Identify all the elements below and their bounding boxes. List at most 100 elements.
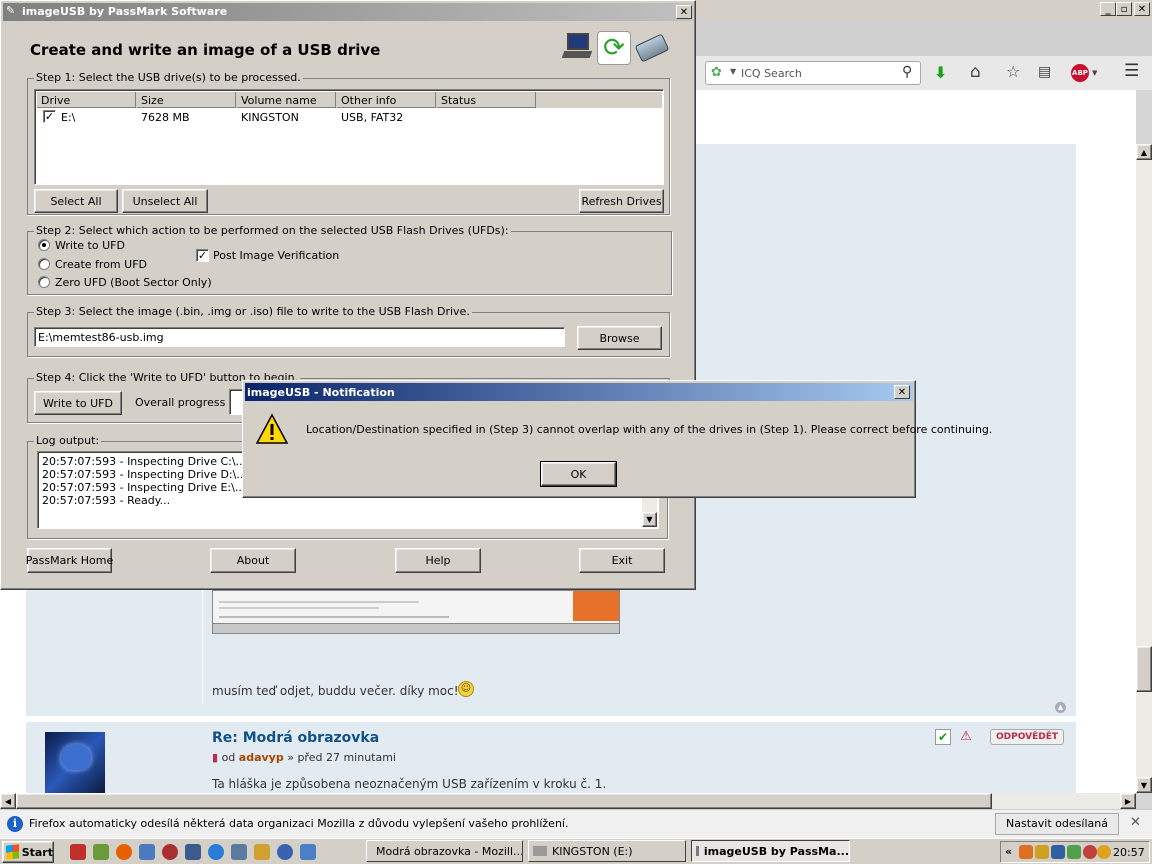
log-line: 20:57:07:593 - Inspecting Drive C:\... xyxy=(42,455,247,468)
tray-icon-3[interactable] xyxy=(1051,845,1065,859)
radio-zero-label[interactable]: Zero UFD (Boot Sector Only) xyxy=(55,276,212,289)
quicklaunch-icon-11[interactable] xyxy=(300,844,316,860)
quicklaunch-icon-5[interactable] xyxy=(162,844,178,860)
bookmark-star-icon[interactable]: ☆ xyxy=(1006,62,1020,81)
drive-list[interactable]: Drive Size Volume name Other info Status… xyxy=(34,89,664,185)
radio-write-label[interactable]: Write to UFD xyxy=(55,239,125,252)
tray-icon-4[interactable] xyxy=(1067,845,1081,859)
scroll-up-arrow[interactable]: ▲ xyxy=(1136,144,1152,160)
home-icon[interactable]: ⌂ xyxy=(970,62,981,82)
radio-write-to-ufd[interactable] xyxy=(38,239,50,251)
horizontal-scrollbar[interactable]: ◀ ▶ xyxy=(0,793,1136,809)
tray-icon-2[interactable] xyxy=(1035,845,1049,859)
browser-minimize-button[interactable]: _ xyxy=(1100,2,1116,16)
passmark-home-button[interactable]: PassMark Home xyxy=(26,548,113,573)
adblock-icon[interactable]: ABP xyxy=(1071,64,1089,82)
ie-icon[interactable] xyxy=(208,844,224,860)
verify-checkbox[interactable]: ✓ xyxy=(196,249,209,262)
col-status[interactable]: Status xyxy=(437,92,536,108)
task-imageusb[interactable]: imageUSB by PassMa... xyxy=(691,840,850,862)
quicklaunch-icon-1[interactable] xyxy=(70,844,86,860)
quicklaunch-icon-4[interactable] xyxy=(139,844,155,860)
refresh-arrows-icon: ⟳ xyxy=(597,31,631,65)
notification-close-icon[interactable]: ✕ xyxy=(1130,815,1141,830)
attached-screenshot[interactable] xyxy=(212,590,620,634)
vertical-scrollbar[interactable]: ▲ ▼ xyxy=(1136,144,1152,793)
download-icon[interactable]: ⬇ xyxy=(934,63,947,82)
search-box[interactable]: ✿ ▼ ICQ Search ⚲ xyxy=(705,61,921,85)
progress-label: Overall progress xyxy=(135,396,226,409)
refresh-drives-button[interactable]: Refresh Drives xyxy=(579,189,664,213)
radio-zero-ufd[interactable] xyxy=(38,276,50,288)
browser-maximize-button[interactable]: ▫ xyxy=(1116,2,1132,16)
tray-icon-5[interactable] xyxy=(1083,845,1097,859)
write-to-ufd-button[interactable]: Write to UFD xyxy=(34,391,122,415)
browser-close-button[interactable]: ✕ xyxy=(1134,2,1150,16)
clock[interactable]: 20:57 xyxy=(1113,846,1145,859)
approve-icon[interactable]: ✔ xyxy=(935,729,951,745)
firefox-icon[interactable] xyxy=(116,844,132,860)
col-volume[interactable]: Volume name xyxy=(237,92,336,108)
unselect-all-button[interactable]: Unselect All xyxy=(122,189,208,213)
help-button[interactable]: Help xyxy=(395,548,481,573)
scroll-right-arrow[interactable]: ▶ xyxy=(1120,793,1136,809)
quicklaunch-icon-9[interactable] xyxy=(254,844,270,860)
report-icon[interactable]: ⚠ xyxy=(958,729,974,745)
drive-list-header: Drive Size Volume name Other info Status xyxy=(37,92,662,108)
about-button[interactable]: About xyxy=(210,548,296,573)
back-to-top-icon[interactable]: ▲ xyxy=(1055,702,1066,713)
reply-title[interactable]: Re: Modrá obrazovka xyxy=(212,730,379,746)
task-kingston[interactable]: KINGSTON (E:) xyxy=(528,840,686,862)
browse-button[interactable]: Browse xyxy=(577,326,662,350)
exit-button[interactable]: Exit xyxy=(579,548,665,573)
app-close-button[interactable]: ✕ xyxy=(676,5,692,19)
app-heading: Create and write an image of a USB drive xyxy=(30,41,381,59)
imageusb-task-icon xyxy=(696,846,699,856)
hscroll-thumb[interactable] xyxy=(16,793,992,809)
app-titlebar: ✎ imageUSB by PassMark Software xyxy=(3,3,693,21)
tray-icon-1[interactable] xyxy=(1019,845,1033,859)
quicklaunch-icon-8[interactable] xyxy=(231,844,247,860)
task-firefox[interactable]: Modrá obrazovka - Mozill... xyxy=(366,840,523,862)
quicklaunch-icon-2[interactable] xyxy=(93,844,109,860)
app-title: imageUSB by PassMark Software xyxy=(22,5,228,18)
adblock-dropdown-icon[interactable]: ▼ xyxy=(1092,69,1097,77)
dialog-message: Location/Destination specified in (Step … xyxy=(306,423,993,436)
log-legend: Log output: xyxy=(34,434,102,447)
quicklaunch-icon-6[interactable] xyxy=(185,844,201,860)
radio-create-label[interactable]: Create from UFD xyxy=(55,258,147,271)
col-size[interactable]: Size xyxy=(137,92,236,108)
notification-settings-button[interactable]: Nastavit odesílaná data xyxy=(995,813,1119,850)
author-link[interactable]: adavyp xyxy=(239,751,284,764)
radio-create-from-ufd[interactable] xyxy=(38,258,50,270)
verify-label[interactable]: Post Image Verification xyxy=(213,249,339,262)
search-input[interactable]: ICQ Search xyxy=(741,67,802,80)
reading-list-icon[interactable]: ▤ xyxy=(1038,64,1051,80)
search-icon[interactable]: ⚲ xyxy=(902,64,912,80)
select-all-button[interactable]: Select All xyxy=(34,189,118,213)
dialog-close-button[interactable]: ✕ xyxy=(894,385,910,399)
scroll-down-arrow[interactable]: ▼ xyxy=(1136,777,1152,793)
scroll-thumb[interactable] xyxy=(1136,646,1152,692)
log-scrollbar[interactable] xyxy=(642,498,657,512)
col-info[interactable]: Other info xyxy=(337,92,436,108)
quicklaunch-icon-10[interactable] xyxy=(277,844,293,860)
col-drive[interactable]: Drive xyxy=(37,92,136,108)
post-text: musím teď odjet, buddu večer. díky moc! xyxy=(212,684,459,698)
menu-icon[interactable]: ☰ xyxy=(1124,61,1139,81)
tray-expand-icon[interactable]: « xyxy=(1005,845,1012,858)
table-row[interactable]: ✓ E:\ 7628 MB KINGSTON USB, FAT32 xyxy=(37,109,662,125)
info-icon: i xyxy=(7,816,23,832)
reply-button[interactable]: ODPOVĚDĚT xyxy=(990,729,1064,745)
drive-task-icon xyxy=(533,846,547,856)
drive-checkbox[interactable]: ✓ xyxy=(43,110,56,123)
log-scroll-down-arrow[interactable]: ▼ xyxy=(642,512,657,527)
start-button[interactable]: Start xyxy=(2,841,54,863)
reply-text: Ta hláška je způsobena neoznačeným USB z… xyxy=(212,777,607,791)
log-line: 20:57:07:593 - Ready... xyxy=(42,494,171,507)
notification-bar: i Firefox automaticky odesílá některá da… xyxy=(0,809,1152,850)
image-path-input[interactable]: E:\memtest86-usb.img xyxy=(34,327,565,347)
dialog-ok-button[interactable]: OK xyxy=(540,461,617,487)
tray-icon-6[interactable] xyxy=(1097,845,1111,859)
scroll-left-arrow[interactable]: ◀ xyxy=(0,793,16,809)
